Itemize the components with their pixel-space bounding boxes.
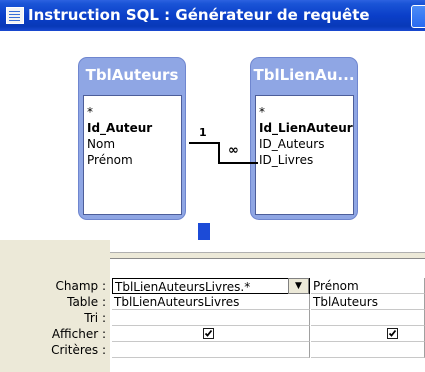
grid-cell-champ[interactable]: Prénom xyxy=(311,278,425,294)
field-item[interactable]: Nom xyxy=(84,136,181,152)
minimize-icon[interactable] xyxy=(411,5,425,28)
field-item-all[interactable]: * xyxy=(256,104,353,120)
show-checkbox[interactable] xyxy=(203,328,214,339)
relationship-line[interactable] xyxy=(189,142,219,144)
field-list[interactable]: * Id_Auteur Nom Prénom xyxy=(83,95,182,215)
window-title: Instruction SQL : Générateur de requête xyxy=(28,6,370,24)
row-label-champ: Champ : xyxy=(55,279,106,293)
grid-cell-champ[interactable]: TblLienAuteursLivres.* xyxy=(112,278,310,294)
dropdown-arrow-icon[interactable]: ▼ xyxy=(288,278,309,294)
field-item-key[interactable]: Id_Auteur xyxy=(84,120,181,136)
grid-cell-table[interactable]: TblAuteurs xyxy=(311,294,425,310)
query-grid[interactable]: Champ : Table : Tri : Afficher : Critère… xyxy=(0,240,425,372)
grid-cell-criteres[interactable] xyxy=(112,342,310,358)
relationship-line[interactable] xyxy=(218,142,220,164)
field-list[interactable]: * Id_LienAuteurLiv ID_Auteurs ID_Livres xyxy=(255,95,354,215)
relationship-many-label: ∞ xyxy=(228,143,239,158)
title-bar[interactable]: Instruction SQL : Générateur de requête xyxy=(0,0,425,31)
field-item[interactable]: Prénom xyxy=(84,152,181,168)
field-item-all[interactable]: * xyxy=(84,104,181,120)
field-item[interactable]: ID_Auteurs xyxy=(256,136,353,152)
table-title[interactable]: TblLienAu... xyxy=(251,66,357,84)
row-label-criteres: Critères : xyxy=(51,343,106,357)
highlight-marker xyxy=(198,223,210,241)
table-title[interactable]: TblAuteurs xyxy=(79,66,185,84)
row-label-column: Champ : Table : Tri : Afficher : Critère… xyxy=(0,240,110,372)
grid-cell-afficher[interactable] xyxy=(311,326,425,342)
grid-cell-table[interactable]: TblLienAuteursLivres xyxy=(112,294,310,310)
table-box-tbllienauteurslivres[interactable]: TblLienAu... * Id_LienAuteurLiv ID_Auteu… xyxy=(250,57,358,220)
form-icon[interactable] xyxy=(6,7,24,24)
grid-cell-tri[interactable] xyxy=(311,310,425,326)
show-checkbox[interactable] xyxy=(387,328,398,339)
relationship-line[interactable] xyxy=(218,162,258,164)
table-design-pane[interactable]: TblAuteurs * Id_Auteur Nom Prénom TblLie… xyxy=(0,31,425,241)
field-item-key[interactable]: Id_LienAuteurLiv xyxy=(256,120,353,136)
field-item[interactable]: ID_Livres xyxy=(256,152,353,168)
row-label-table: Table : xyxy=(67,295,106,309)
relationship-one-label: 1 xyxy=(199,126,207,139)
row-label-afficher: Afficher : xyxy=(51,327,106,341)
column-selector-strip[interactable] xyxy=(110,252,425,259)
table-box-tblauteurs[interactable]: TblAuteurs * Id_Auteur Nom Prénom xyxy=(78,57,186,220)
grid-cell-tri[interactable] xyxy=(112,310,310,326)
row-label-tri: Tri : xyxy=(84,311,106,325)
grid-cell-criteres[interactable] xyxy=(311,342,425,358)
